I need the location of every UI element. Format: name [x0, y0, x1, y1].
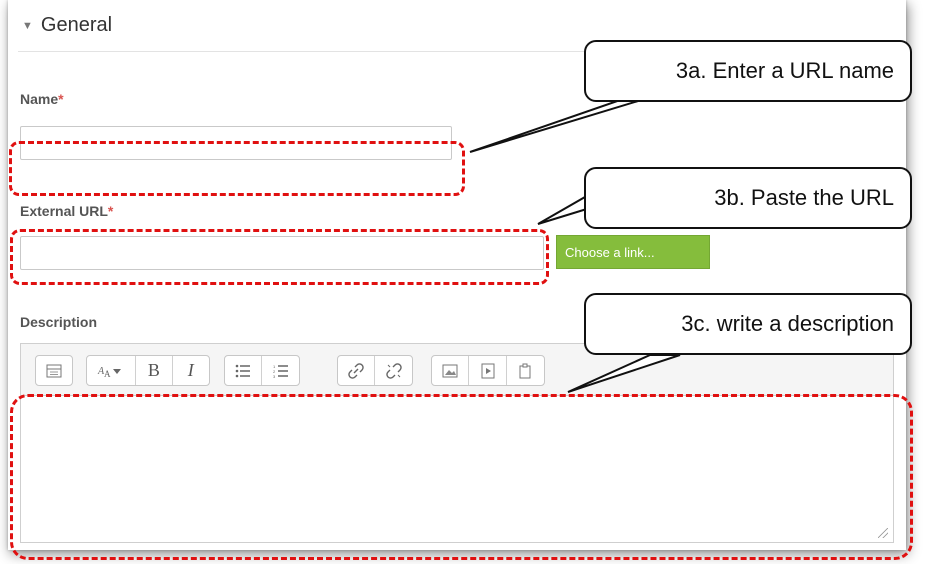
callout-3c: 3c. write a description	[584, 293, 912, 355]
pointer-3c	[567, 354, 681, 393]
pointer-3a	[469, 97, 649, 153]
callout-3b: 3b. Paste the URL	[584, 167, 912, 229]
callout-3a: 3a. Enter a URL name	[584, 40, 912, 102]
